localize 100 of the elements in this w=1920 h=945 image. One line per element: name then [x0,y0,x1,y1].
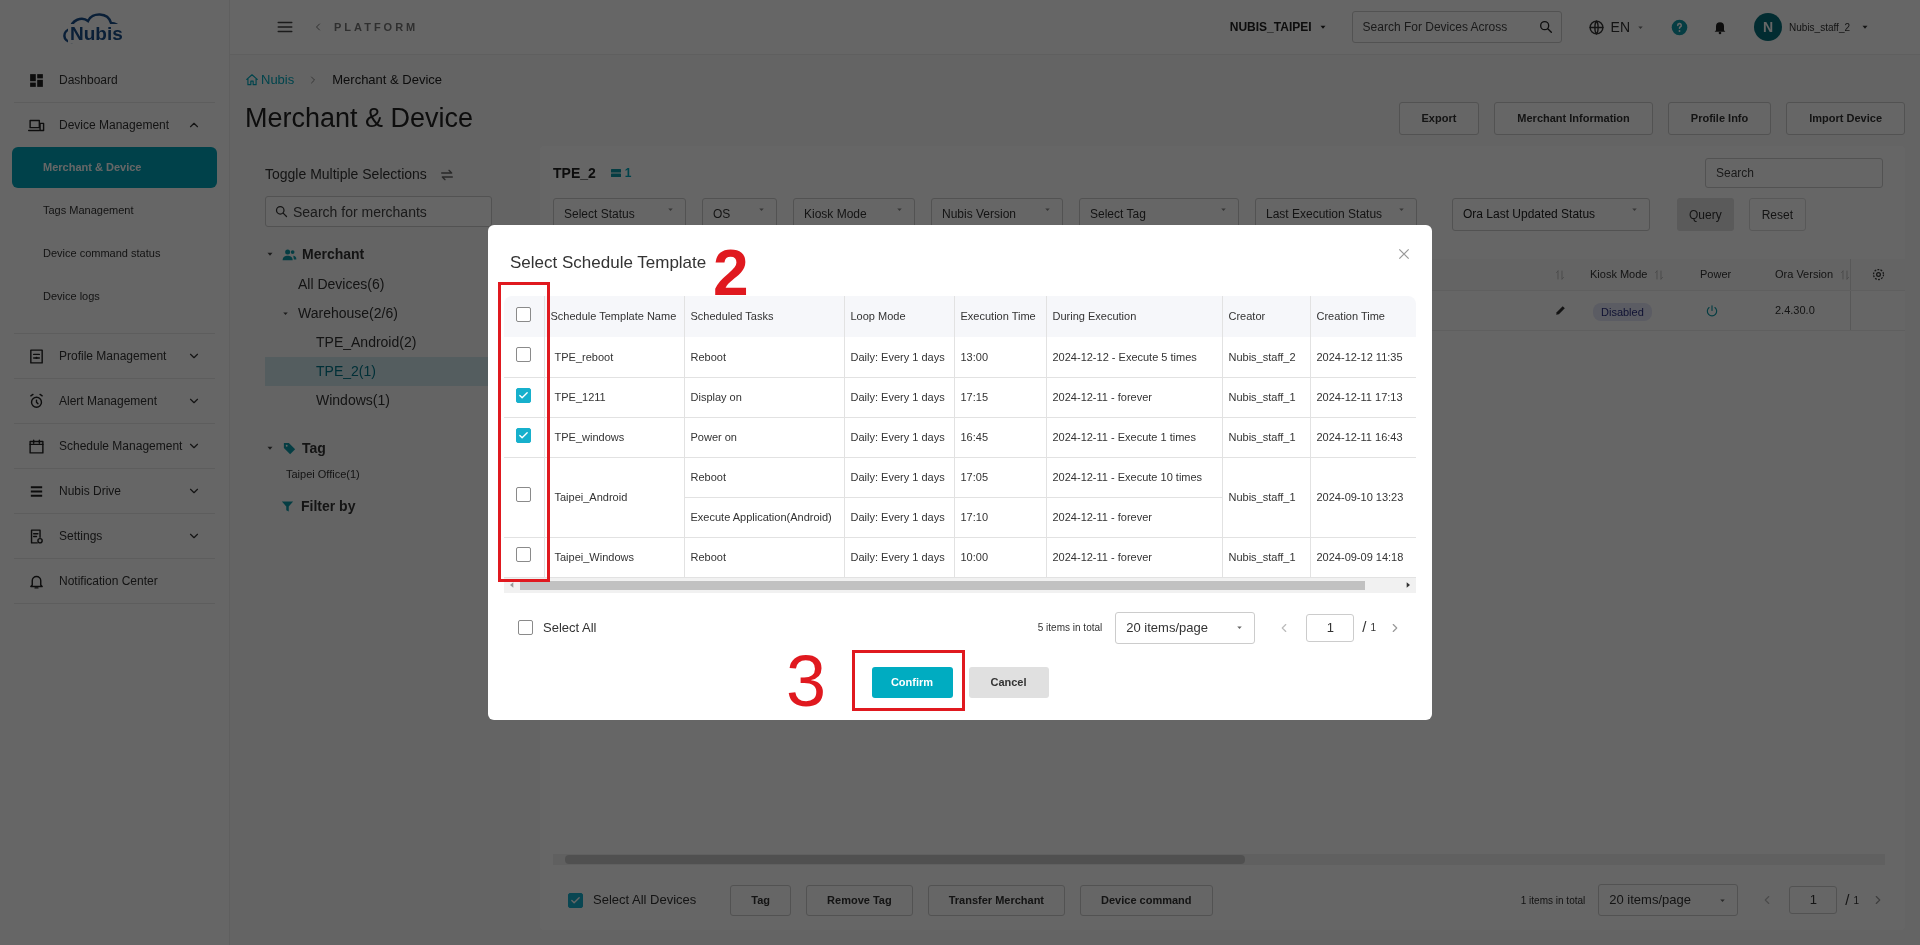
table-cell: 2024-09-09 14:18 [1310,537,1416,577]
sidebar-subitem[interactable]: Tags Management [12,190,217,231]
table-cell: 2024-12-11 - Execute 10 times [1046,457,1222,497]
filter-dropdown[interactable]: Ora Last Updated Status [1452,198,1650,231]
checkbox[interactable] [516,347,532,362]
calendar-icon [28,437,45,455]
table-cell: Nubis_staff_1 [1222,377,1310,417]
search-field[interactable]: Search [1705,158,1883,188]
logo-text: Nubis [68,23,125,43]
table-cell: Reboot [684,537,844,577]
power-icon[interactable] [1705,303,1719,318]
checkbox[interactable] [516,388,532,404]
search-icon [274,204,289,219]
table-cell: 2024-12-11 - Execute 1 times [1046,417,1222,457]
home-icon [245,73,259,87]
status-badge: Disabled [1593,302,1652,321]
bulk-action-button[interactable]: Device command [1080,884,1213,916]
server-icon [609,167,622,179]
table-cell-text: 2.4.30.0 [1774,303,1816,319]
caret-down-icon [1630,205,1639,214]
filter-label: Filter by [301,496,356,516]
action-button[interactable]: Profile Info [1667,101,1772,135]
step-number: 3 [786,645,827,717]
confirm-button[interactable]: Confirm [871,666,953,698]
sidebar-item[interactable]: Dashboard [0,58,229,102]
column-header: Loop Mode [844,296,954,337]
globe-icon [1587,18,1605,36]
column-header: Creation Time [1310,296,1416,337]
sidebar-item[interactable]: Device Management [0,103,229,147]
help-icon[interactable] [1671,18,1689,36]
checkbox[interactable] [518,620,533,635]
settings-icon[interactable] [1870,267,1886,282]
table-cell: Nubis_staff_1 [1222,537,1310,577]
modal-title: Select Schedule Template [510,252,707,272]
scroll-right-icon [1404,581,1412,589]
page-input[interactable]: 1 [1306,613,1355,642]
search-field[interactable]: Search for merchants [265,196,492,227]
sidebar-subitem[interactable]: Merchant & Device [12,147,217,188]
page-size-dropdown[interactable]: 20 items/page [1598,884,1739,916]
breadcrumb-link[interactable]: Nubis [245,70,295,90]
caret-down-icon [757,205,766,214]
table-cell: Display on [684,377,844,417]
table-cell: Nubis_staff_2 [1222,337,1310,377]
page-input[interactable]: 1 [1789,886,1838,914]
page-size-dropdown[interactable]: 20 items/page [1115,611,1256,644]
filter-button[interactable]: Reset [1748,198,1807,231]
section-title: Tag [302,438,326,458]
merchant-switcher[interactable]: NUBIS_TAIPEI [1229,18,1328,36]
column-header: Execution Time [954,296,1046,337]
sidebar-item[interactable]: Schedule Management [0,424,229,468]
checkbox[interactable] [516,547,532,563]
tree-item[interactable]: Warehouse(2/6) [265,299,540,328]
caret-down-icon [1235,623,1245,632]
checkbox[interactable] [516,306,532,322]
language-selector[interactable]: EN [1587,16,1646,38]
document-gear-icon [28,527,45,545]
sort-icon[interactable] [1554,268,1566,281]
action-button[interactable]: Import Device [1786,101,1905,135]
checkbox[interactable] [516,487,532,503]
bulk-action-button[interactable]: Remove Tag [806,884,913,916]
sidebar-item[interactable]: Alert Management [0,379,229,423]
column-header[interactable]: Ora Version [1775,266,1834,283]
sidebar-item[interactable]: Settings [0,514,229,558]
total-count: 1 items in total [1520,893,1586,908]
table-cell: Power on [684,417,844,457]
search-field[interactable]: Search For Devices Across [1351,11,1562,43]
pencil-icon[interactable] [1553,304,1567,317]
sidebar-item[interactable]: Nubis Drive [0,469,229,513]
caret-down-icon [281,309,290,318]
sidebar-item[interactable]: Profile Management [0,334,229,378]
bulk-action-button[interactable]: Transfer Merchant [927,884,1066,916]
action-button[interactable]: Export [1398,101,1480,135]
user-name[interactable]: Nubis_staff_2 [1789,19,1850,35]
select-all-checkbox[interactable]: Select All Devices [568,890,697,910]
sidebar-subitem[interactable]: Device logs [12,276,217,317]
column-header[interactable]: Kiosk Mode [1590,266,1648,283]
check-icon [570,894,581,906]
close-icon[interactable] [1396,246,1412,262]
section-title: Merchant [302,244,365,264]
cancel-button[interactable]: Cancel [968,666,1049,698]
caret-down-icon [1043,205,1052,214]
filter-button[interactable]: Query [1677,198,1734,231]
table-cell: Nubis_staff_1 [1222,417,1310,457]
table-cell: 17:15 [954,377,1046,417]
breadcrumb-link[interactable]: Merchant & Device [332,70,443,90]
select-all-checkbox[interactable]: Select All [518,617,597,638]
user-avatar[interactable]: N [1754,13,1783,41]
checkbox[interactable] [516,428,532,444]
bulk-action-button[interactable]: Tag [730,884,792,916]
table-cell: Daily: Every 1 days [844,337,954,377]
sidebar-subitem[interactable]: Device command status [12,233,217,274]
toggle-label: Toggle Multiple Selections [265,165,427,184]
caret-down-icon [666,205,675,214]
sidebar-item[interactable]: Notification Center [0,559,229,603]
dashboard-icon [28,71,45,89]
action-button[interactable]: Merchant Information [1494,101,1653,135]
page-count: 1 [1370,621,1376,635]
column-header[interactable]: Power [1700,266,1732,283]
table-cell: 2024-09-10 13:23 [1310,457,1416,537]
checkbox[interactable] [568,892,583,908]
